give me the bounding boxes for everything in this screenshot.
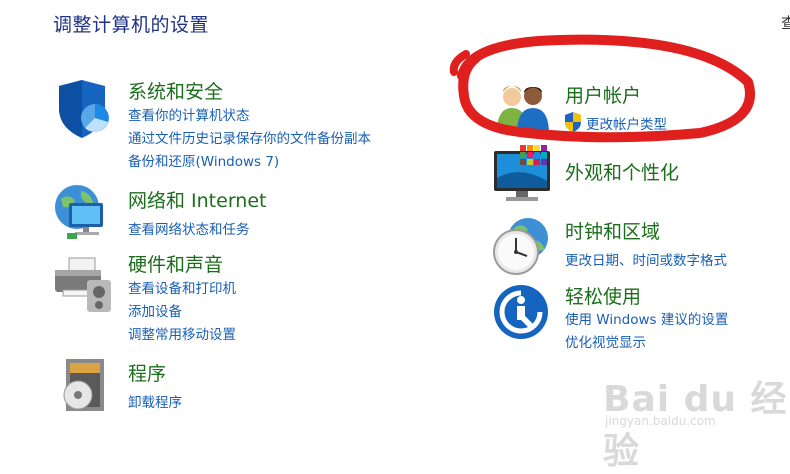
link-view-computer-status[interactable]: 查看你的计算机状态: [128, 104, 250, 124]
category-title-hardware-sound[interactable]: 硬件和声音: [128, 250, 223, 277]
category-title-ease-of-access[interactable]: 轻松使用: [565, 282, 641, 309]
link-backup-restore[interactable]: 备份和还原(Windows 7): [128, 150, 279, 170]
link-mobility-settings[interactable]: 调整常用移动设置: [128, 323, 236, 343]
link-devices-printers[interactable]: 查看设备和打印机: [128, 277, 236, 297]
link-add-device[interactable]: 添加设备: [128, 300, 182, 320]
category-title-network-internet[interactable]: 网络和 Internet: [128, 186, 266, 213]
page-title: 调整计算机的设置: [53, 14, 210, 36]
category-title-appearance[interactable]: 外观和个性化: [565, 158, 679, 185]
category-title-user-accounts[interactable]: 用户帐户: [565, 81, 641, 108]
category-title-clock-region[interactable]: 时钟和区域: [565, 217, 660, 244]
users-icon[interactable]: [495, 80, 555, 138]
clock-globe-icon[interactable]: [492, 216, 552, 280]
link-optimize-visual-display[interactable]: 优化视觉显示: [565, 331, 646, 351]
link-file-history-backup[interactable]: 通过文件历史记录保存你的文件备份副本: [128, 127, 371, 147]
link-windows-recommended-settings[interactable]: 使用 Windows 建议的设置: [565, 308, 728, 328]
printer-speaker-icon[interactable]: [53, 254, 115, 318]
baidu-watermark: Bai du 经验 jingyan.baidu.com: [603, 370, 790, 474]
link-date-time-format[interactable]: 更改日期、时间或数字格式: [565, 249, 727, 269]
watermark-url-text: jingyan.baidu.com: [605, 414, 716, 428]
shield-icon[interactable]: [55, 80, 113, 144]
category-title-system-security[interactable]: 系统和安全: [128, 77, 223, 104]
ease-of-access-icon[interactable]: [493, 284, 551, 346]
link-network-status-tasks[interactable]: 查看网络状态和任务: [128, 218, 250, 238]
globe-network-icon[interactable]: [53, 183, 113, 245]
uac-shield-icon: [564, 112, 582, 136]
link-uninstall-program[interactable]: 卸载程序: [128, 391, 182, 411]
clipped-edge-text: 查: [781, 14, 790, 32]
category-title-programs[interactable]: 程序: [128, 359, 166, 386]
monitor-icon[interactable]: [492, 145, 554, 207]
program-disc-icon[interactable]: [60, 357, 110, 419]
link-change-account-type[interactable]: 更改帐户类型: [586, 113, 667, 133]
